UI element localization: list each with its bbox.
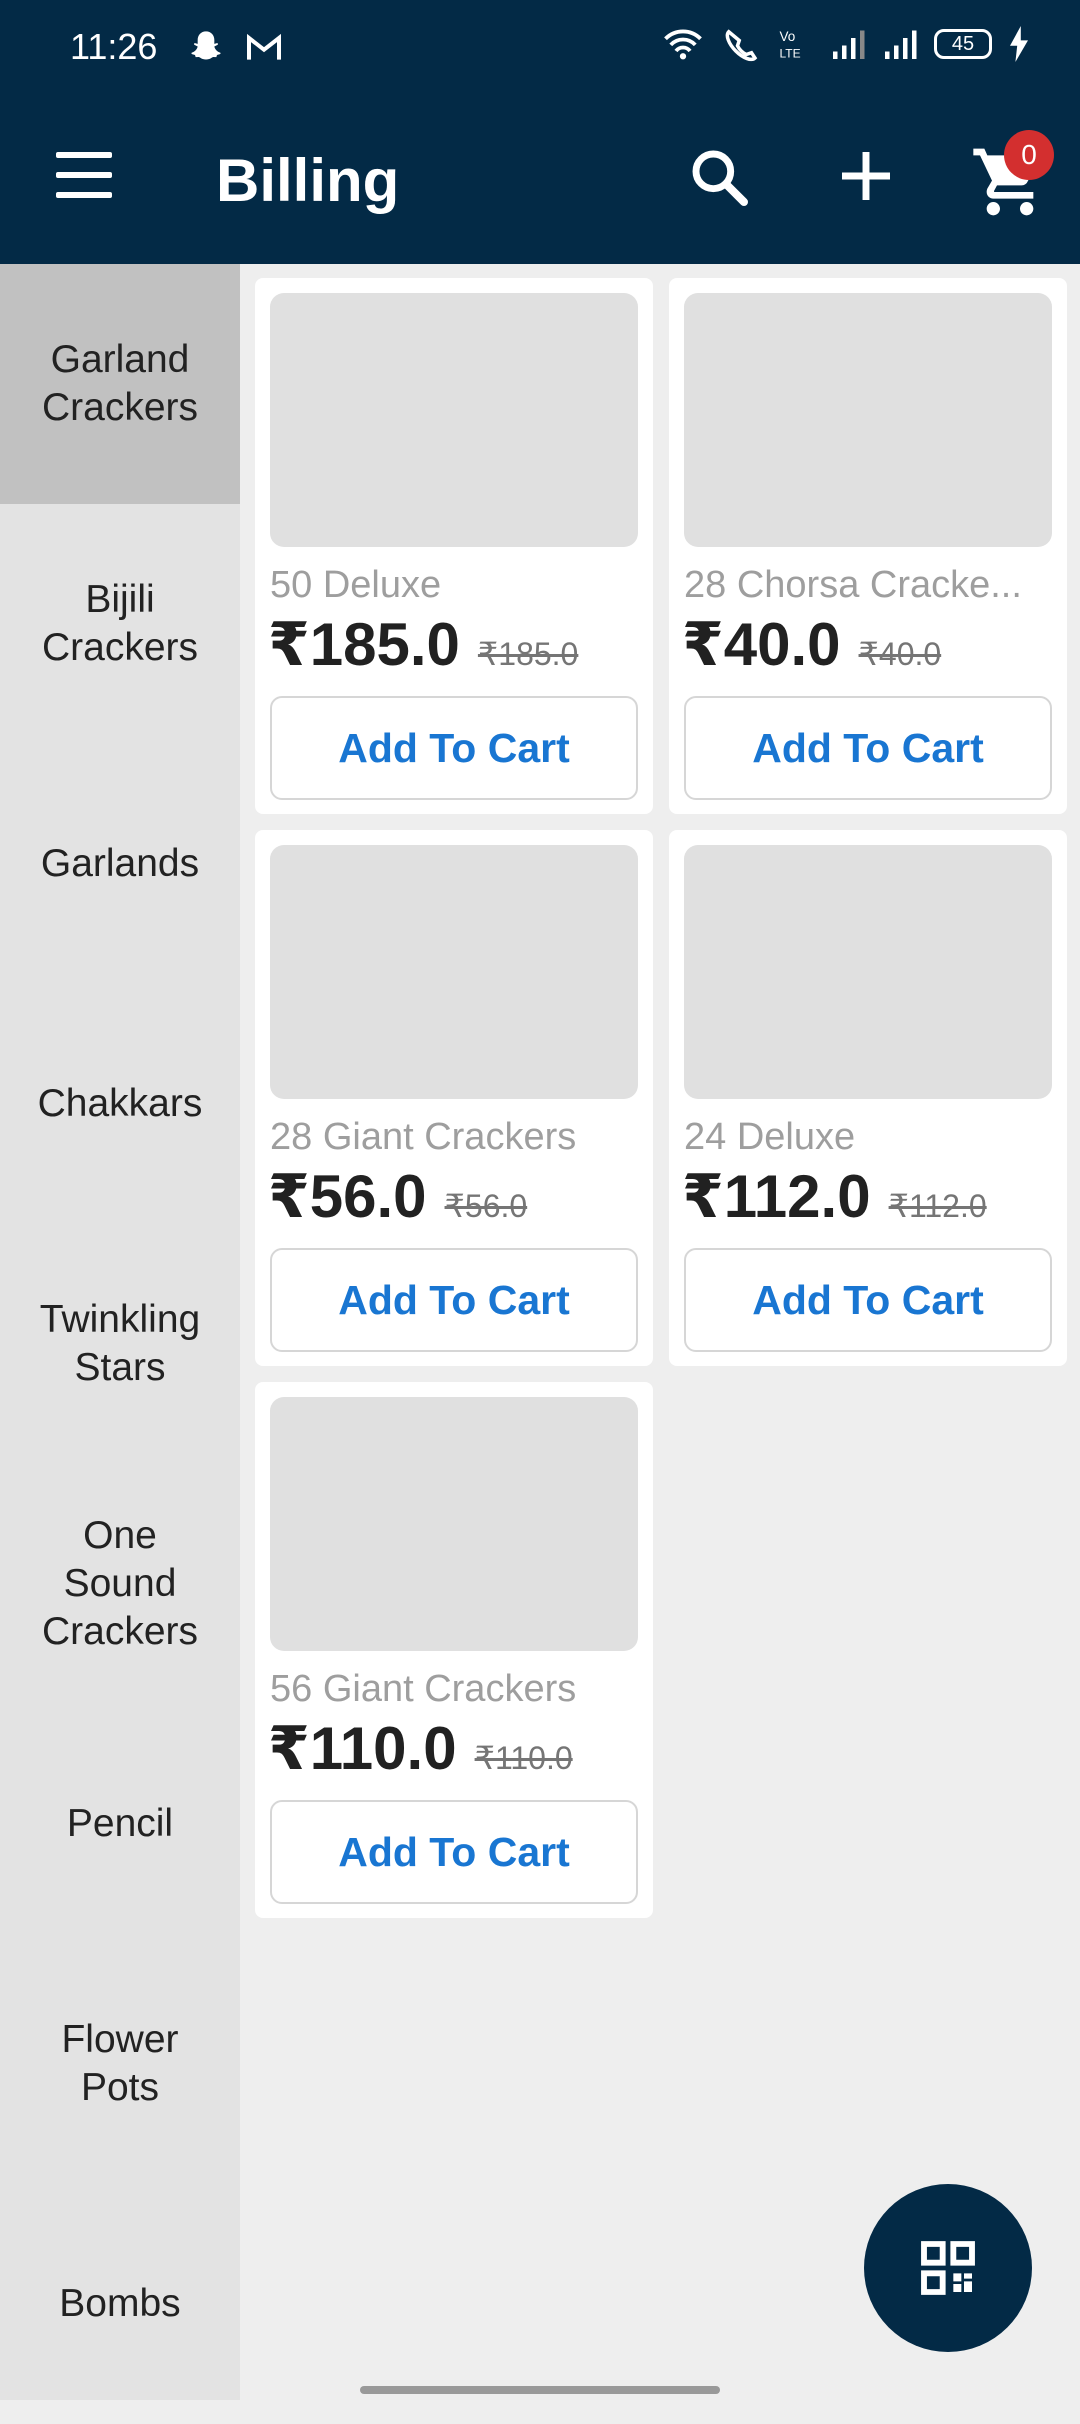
page-title: Billing [216,147,400,214]
category-label: One Sound Crackers [41,1514,199,1653]
category-item-garland-crackers[interactable]: Garland Crackers [0,264,240,504]
product-image [270,1397,638,1651]
category-item-garlands[interactable]: Garlands [0,744,240,984]
product-image [684,293,1052,547]
price-row: ₹112.0 ₹112.0 [682,1162,987,1232]
cart-count-badge: 0 [1004,130,1054,180]
product-card[interactable]: 56 Giant Crackers ₹110.0 ₹110.0 Add To C… [255,1382,653,1918]
product-card[interactable]: 28 Chorsa Cracke... ₹40.0 ₹40.0 Add To C… [669,278,1067,814]
snapchat-icon [191,31,221,60]
product-price: ₹185.0 [268,611,460,678]
status-time: 11:26 [70,26,158,67]
product-grid: 50 Deluxe ₹185.0 ₹185.0 Add To Cart 28 C… [255,278,1067,1918]
product-name: 50 Deluxe [270,564,442,606]
product-price: ₹40.0 [682,611,841,678]
product-mrp: ₹185.0 [477,636,579,672]
wifi-icon [664,29,702,60]
product-mrp: ₹40.0 [858,636,942,672]
category-label: Pencil [66,1802,174,1845]
product-name: 28 Giant Crackers [270,1116,577,1158]
price-row: ₹40.0 ₹40.0 [682,610,941,680]
add-to-cart-button[interactable]: Add To Cart [270,696,638,800]
product-mrp: ₹112.0 [888,1188,987,1224]
qr-scan-button[interactable] [864,2184,1032,2352]
add-to-cart-button[interactable]: Add To Cart [270,1800,638,1904]
category-item-twinkling-stars[interactable]: Twinkling Stars [0,1224,240,1464]
category-label: Bijili Crackers [41,578,199,669]
product-image [684,845,1052,1099]
product-price: ₹110.0 [268,1715,457,1782]
category-item-flower-pots[interactable]: Flower Pots [0,1944,240,2184]
product-card[interactable]: 28 Giant Crackers ₹56.0 ₹56.0 Add To Car… [255,830,653,1366]
product-mrp: ₹56.0 [444,1188,528,1224]
product-card[interactable]: 24 Deluxe ₹112.0 ₹112.0 Add To Cart [669,830,1067,1366]
price-row: ₹110.0 ₹110.0 [268,1714,573,1784]
category-label: Flower Pots [61,2018,179,2109]
product-card[interactable]: 50 Deluxe ₹185.0 ₹185.0 Add To Cart [255,278,653,814]
price-row: ₹185.0 ₹185.0 [268,610,578,680]
product-name: 56 Giant Crackers [270,1668,577,1710]
signal-icon-2 [885,30,917,59]
category-item-bombs[interactable]: Bombs [0,2184,240,2424]
category-item-chakkars[interactable]: Chakkars [0,984,240,1224]
signal-icon-1 [833,30,865,59]
svg-text:LTE: LTE [780,47,801,61]
plus-icon[interactable] [834,144,898,208]
charging-icon [1010,26,1028,62]
product-price: ₹112.0 [682,1163,871,1230]
add-to-cart-button[interactable]: Add To Cart [270,1248,638,1352]
app-bar: Billing [0,96,1080,264]
category-label: Twinkling Stars [39,1298,201,1389]
category-label: Garland Crackers [41,338,199,429]
price-row: ₹56.0 ₹56.0 [268,1162,527,1232]
category-label: Chakkars [37,1082,203,1125]
category-item-pencil[interactable]: Pencil [0,1704,240,1944]
product-image [270,845,638,1099]
gesture-nav-handle[interactable] [360,2386,720,2394]
qr-code-icon [921,2241,975,2295]
battery-icon: 45 [934,29,992,59]
category-label: Garlands [40,842,200,885]
notification-icons [186,28,284,68]
search-icon[interactable] [688,146,752,210]
add-to-cart-button[interactable]: Add To Cart [684,696,1052,800]
svg-text:Vo: Vo [780,29,796,44]
volte-icon: Vo LTE [780,29,801,61]
system-icons: Vo LTE 45 [662,26,1030,62]
menu-icon[interactable] [52,152,116,208]
product-price: ₹56.0 [268,1163,427,1230]
add-to-cart-button[interactable]: Add To Cart [684,1248,1052,1352]
product-name: 24 Deluxe [684,1116,856,1158]
product-name: 28 Chorsa Cracke... [684,564,1022,606]
gmail-icon [247,33,281,60]
category-label: Bombs [59,2282,181,2325]
product-image [270,293,638,547]
wifi-calling-icon [725,29,758,62]
category-item-one-sound-crackers[interactable]: One Sound Crackers [0,1464,240,1704]
category-item-bijili-crackers[interactable]: Bijili Crackers [0,504,240,744]
product-mrp: ₹110.0 [474,1740,573,1776]
category-sidebar: Garland Crackers Bijili Crackers Garlands … [0,264,240,2400]
status-bar: 11:26 Vo LTE 45 [0,0,1080,96]
